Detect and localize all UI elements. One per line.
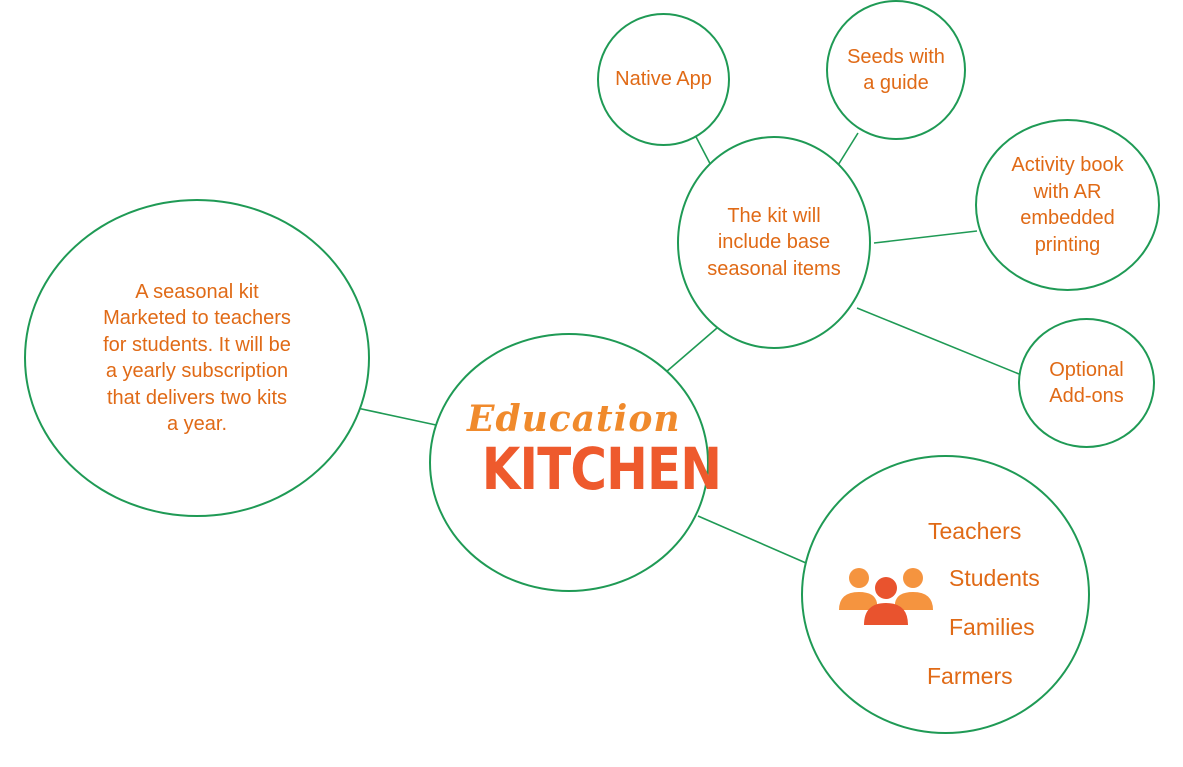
- node-activity-book: Activity book with AR embedded printing: [975, 119, 1160, 291]
- node-seasonal-kit-label: A seasonal kit Marketed to teachers for …: [103, 280, 291, 436]
- node-optional-addons-label: Optional Add-ons: [1049, 358, 1124, 408]
- node-center-logo: Education KITCHEN: [429, 333, 722, 592]
- person-right-icon: [895, 568, 933, 610]
- node-seeds-guide-label: Seeds with a guide: [847, 45, 945, 95]
- node-seasonal-kit: A seasonal kit Marketed to teachers for …: [24, 199, 370, 517]
- connector-activity-kit: [873, 230, 978, 244]
- education-kitchen-logo: Education KITCHEN: [467, 398, 722, 503]
- node-audience: Teachers Students Families Farmers: [801, 455, 1090, 734]
- connector-addons-kit: [856, 307, 1020, 375]
- connector-seasonal-center: [356, 407, 437, 426]
- connector-kit-center: [665, 327, 718, 373]
- logo-script-text: Education: [467, 398, 681, 440]
- people-group-icon: [839, 568, 933, 625]
- connector-center-audience: [697, 515, 807, 564]
- audience-item-teachers: Teachers: [928, 518, 1022, 544]
- mind-map-canvas: Native App Seeds with a guide Activity b…: [0, 0, 1183, 767]
- node-optional-addons: Optional Add-ons: [1018, 318, 1155, 448]
- audience-item-farmers: Farmers: [927, 663, 1013, 689]
- node-native-app: Native App: [597, 13, 730, 146]
- node-kit-contents: The kit will include base seasonal items: [677, 136, 871, 349]
- audience-item-families: Families: [949, 614, 1035, 640]
- node-kit-contents-label: The kit will include base seasonal items: [707, 204, 841, 280]
- audience-item-students: Students: [949, 565, 1040, 591]
- node-seeds-guide: Seeds with a guide: [826, 0, 966, 140]
- node-native-app-label: Native App: [615, 68, 712, 91]
- logo-main-text: KITCHEN: [481, 435, 722, 503]
- person-left-icon: [839, 568, 877, 610]
- node-activity-book-label: Activity book with AR embedded printing: [1011, 154, 1124, 256]
